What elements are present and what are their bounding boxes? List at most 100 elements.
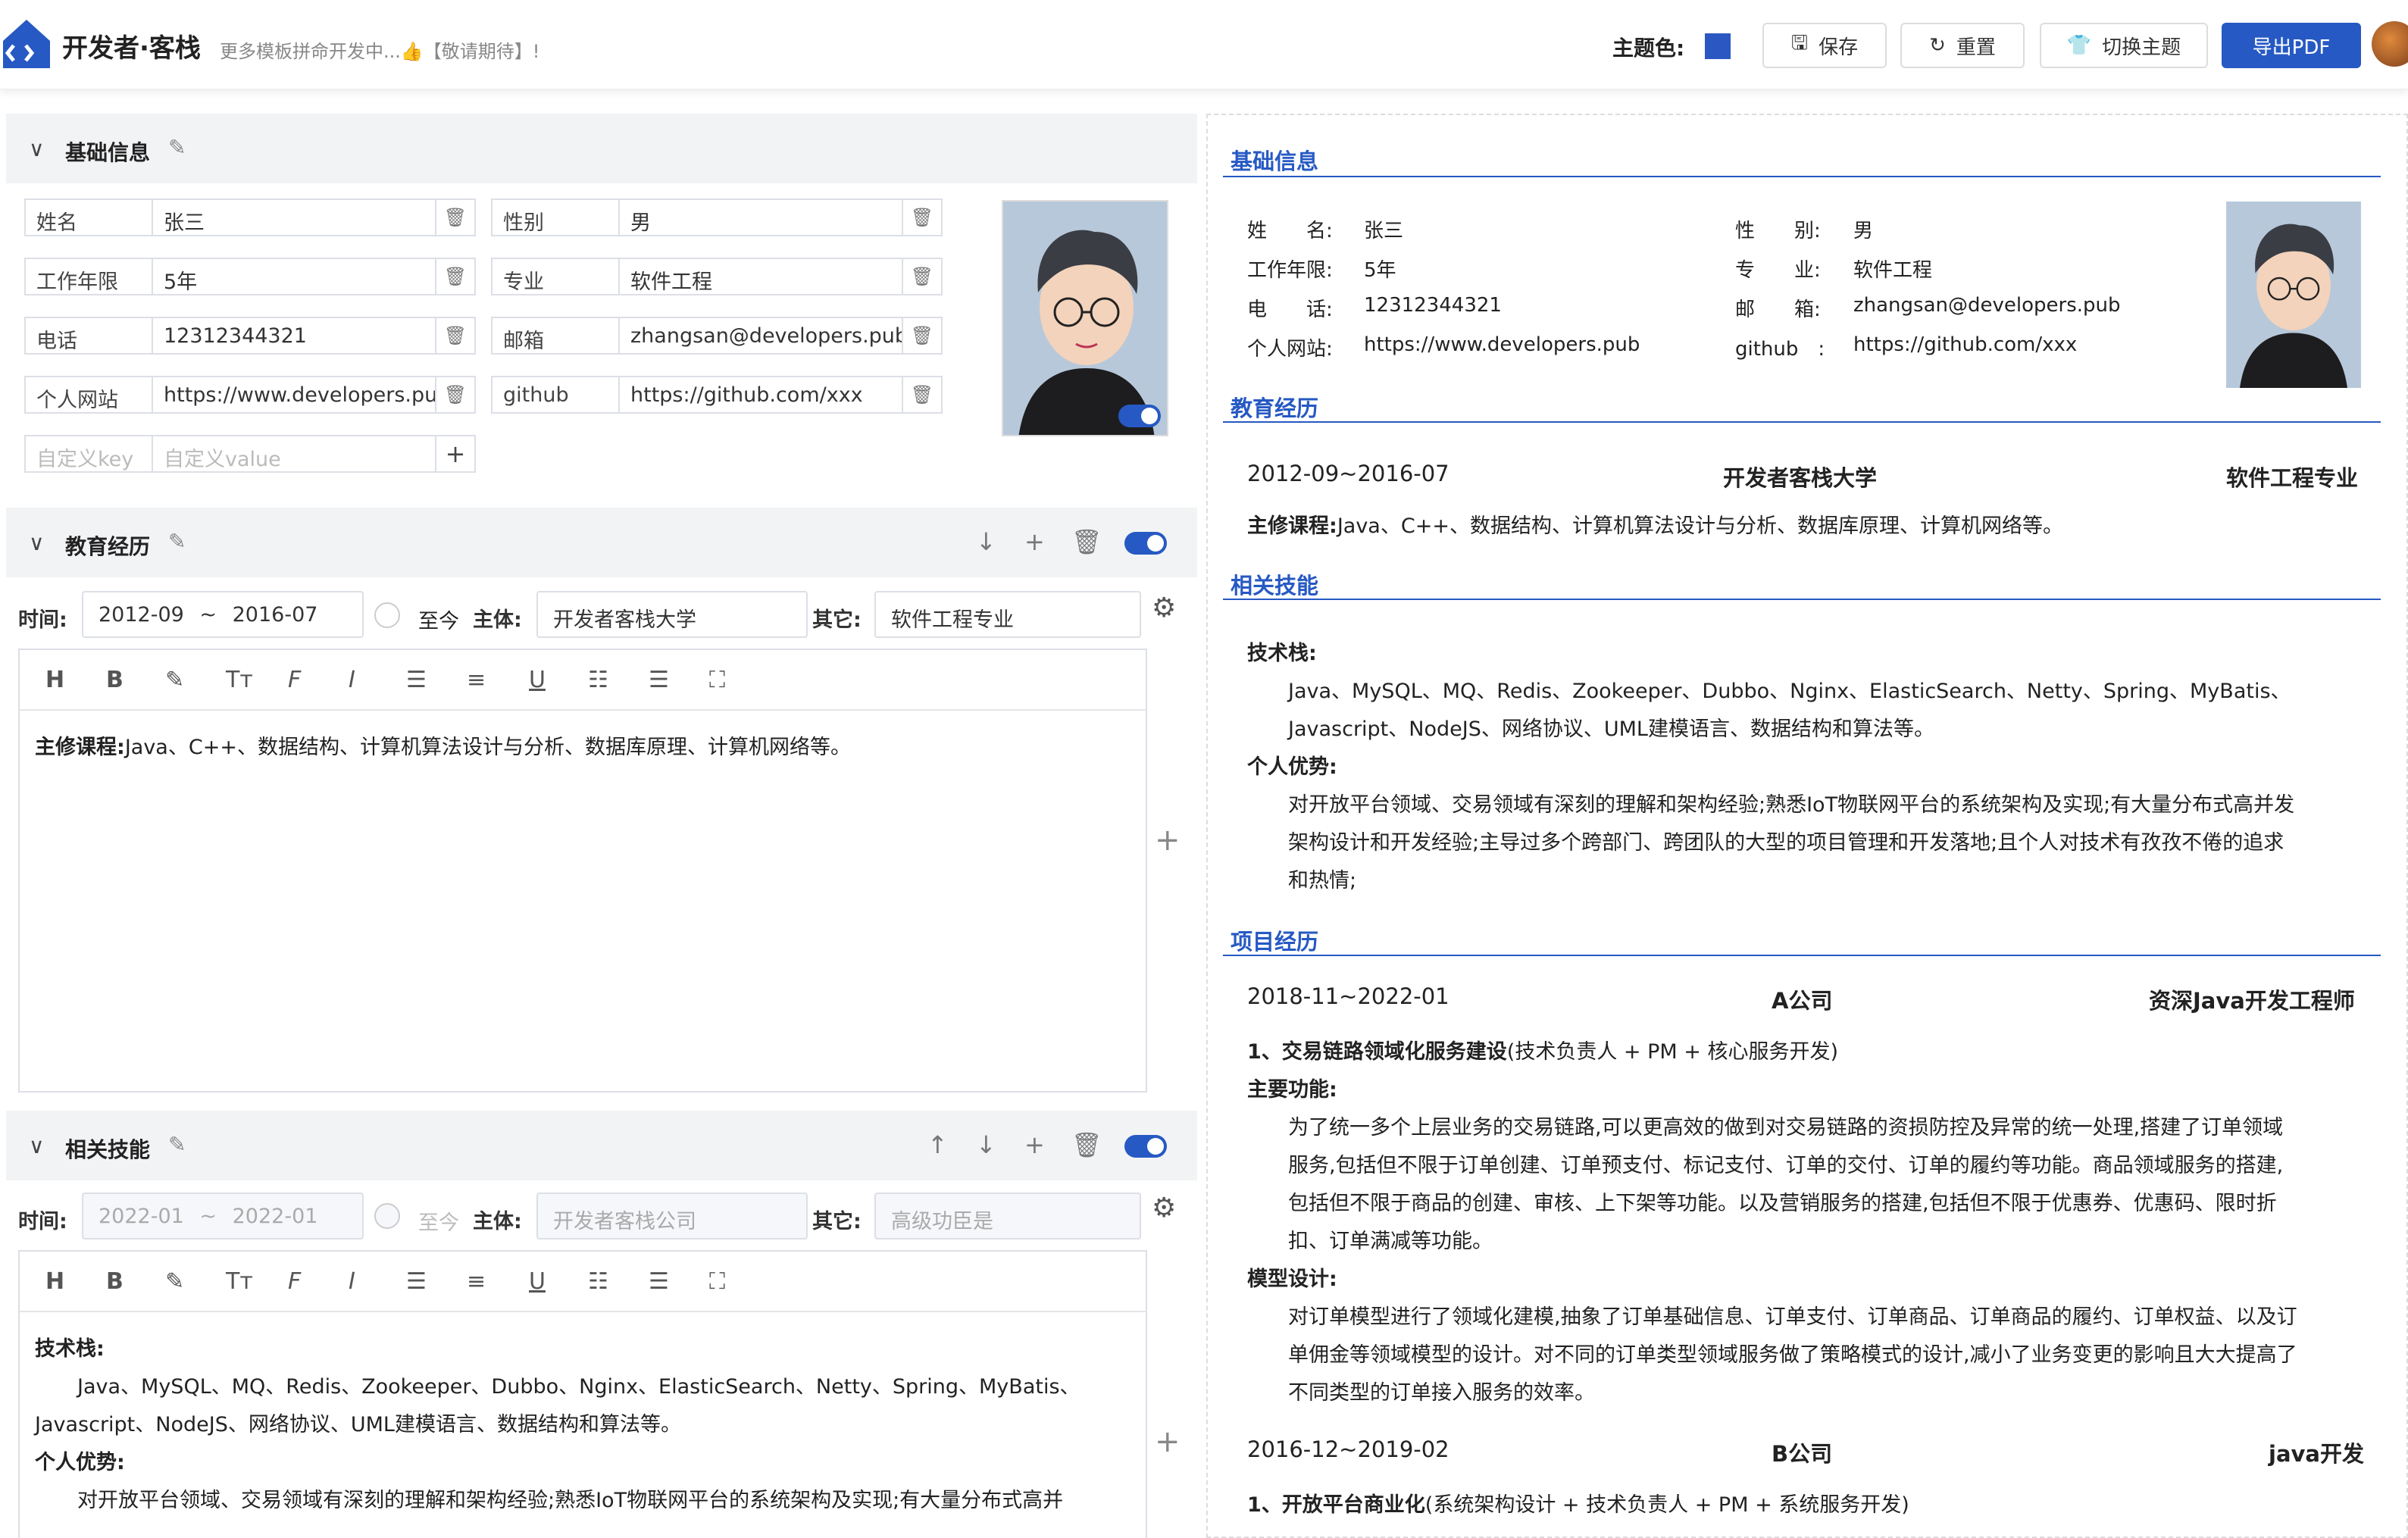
photo-visibility-toggle[interactable] <box>1118 405 1161 427</box>
section-header-basic: ∨ 基础信息 ✎ <box>6 114 1197 183</box>
list-icon[interactable]: ☰ <box>649 667 669 693</box>
divider <box>1223 421 2381 423</box>
export-pdf-button[interactable]: 导出PDF <box>2222 23 2361 68</box>
time-label: 时间: <box>18 1210 67 1233</box>
field-major[interactable]: 专业 软件工程 🗑 <box>491 258 943 295</box>
italic-icon[interactable]: I <box>349 667 355 693</box>
font-size-icon[interactable]: Tт <box>226 1268 253 1295</box>
font-size-icon[interactable]: Tт <box>226 667 253 693</box>
user-avatar[interactable] <box>2372 21 2408 67</box>
trash-icon[interactable]: 🗑 <box>435 259 474 294</box>
edit-icon[interactable]: ✎ <box>168 135 186 160</box>
plus-icon[interactable]: + <box>1024 1130 1045 1159</box>
line-height-icon[interactable]: ☷ <box>588 1268 608 1295</box>
brush-icon[interactable]: ✎ <box>165 1268 184 1295</box>
edit-icon[interactable]: ✎ <box>168 529 186 554</box>
section-toggle[interactable] <box>1124 532 1167 555</box>
field-github[interactable]: github https://github.com/xxx 🗑 <box>491 376 943 414</box>
avatar-photo[interactable] <box>1002 200 1168 436</box>
subject-label: 主体: <box>473 1210 522 1233</box>
arrow-down-icon[interactable]: ↓ <box>976 527 996 556</box>
logo-icon[interactable] <box>0 15 53 73</box>
trash-icon[interactable]: 🗑 <box>435 200 474 235</box>
heading-icon[interactable]: H <box>45 667 64 693</box>
custom-field-input[interactable]: 自定义key 自定义value + <box>24 435 476 473</box>
other-label: 其它: <box>812 1210 862 1233</box>
preview-avatar <box>2226 202 2361 388</box>
editor-toolbar: H B ✎ Tт F I ☰ ≡ U ☷ ☰ ⛶ <box>20 1252 1146 1312</box>
arrow-down-icon[interactable]: ↓ <box>976 1130 996 1159</box>
align-icon[interactable]: ≡ <box>467 667 486 693</box>
font-icon[interactable]: F <box>288 667 301 693</box>
chevron-down-icon[interactable]: ∨ <box>29 1133 45 1158</box>
editor-panel: ∨ 基础信息 ✎ 姓名 张三 🗑 工作年限 5年 🗑 电话 1231234432… <box>6 114 1197 1538</box>
rich-text-editor[interactable]: H B ✎ Tт F I ☰ ≡ U ☷ ☰ ⛶ 技术栈: Java、MySQL… <box>18 1250 1147 1538</box>
arrow-up-icon[interactable]: ↑ <box>927 1130 948 1159</box>
editor-content[interactable]: 主修课程:Java、C++、数据结构、计算机算法设计与分析、数据库原理、计算机网… <box>20 711 1146 785</box>
align-icon[interactable]: ≡ <box>467 1268 486 1295</box>
trash-icon[interactable]: 🗑 <box>1071 1130 1102 1159</box>
underline-icon[interactable]: U <box>529 667 546 693</box>
edit-icon[interactable]: ✎ <box>168 1132 186 1157</box>
editor-content[interactable]: 技术栈: Java、MySQL、MQ、Redis、Zookeeper、Dubbo… <box>20 1312 1146 1538</box>
reset-button[interactable]: ↻ 重置 <box>1900 23 2025 68</box>
brush-icon[interactable]: ✎ <box>165 667 184 693</box>
preview-skill-title: 相关技能 <box>1231 573 1319 599</box>
reset-icon: ↻ <box>1929 34 1946 57</box>
font-icon[interactable]: F <box>288 1268 301 1295</box>
add-item-icon[interactable]: + <box>1155 823 1181 858</box>
field-name[interactable]: 姓名 张三 🗑 <box>24 199 476 236</box>
gear-icon[interactable]: ⚙ <box>1152 1193 1176 1224</box>
save-button[interactable]: 🖫 保存 <box>1762 23 1887 68</box>
trash-icon[interactable]: 🗑 <box>902 200 941 235</box>
bold-icon[interactable]: B <box>106 1268 124 1295</box>
other-label: 其它: <box>812 608 862 632</box>
field-years[interactable]: 工作年限 5年 🗑 <box>24 258 476 295</box>
trash-icon[interactable]: 🗑 <box>435 377 474 412</box>
trash-icon[interactable]: 🗑 <box>902 259 941 294</box>
chevron-down-icon[interactable]: ∨ <box>29 136 45 161</box>
section-header-skills: ∨ 相关技能 ✎ ↑ ↓ + 🗑 <box>6 1111 1197 1180</box>
field-website[interactable]: 个人网站 https://www.developers.pub 🗑 <box>24 376 476 414</box>
add-item-icon[interactable]: + <box>1155 1424 1181 1459</box>
other-input[interactable]: 软件工程专业 <box>874 591 1141 638</box>
subject-input[interactable]: 开发者客栈公司 <box>536 1193 808 1239</box>
italic-icon[interactable]: I <box>349 1268 355 1295</box>
trash-icon[interactable]: 🗑 <box>902 318 941 353</box>
field-phone[interactable]: 电话 12312344321 🗑 <box>24 317 476 355</box>
fullscreen-icon[interactable]: ⛶ <box>709 667 725 693</box>
time-label: 时间: <box>18 608 67 632</box>
present-radio[interactable] <box>374 602 400 628</box>
heading-icon[interactable]: H <box>45 1268 64 1295</box>
plus-icon[interactable]: + <box>1024 527 1045 556</box>
date-range-picker[interactable]: 2012-09 ~ 2016-07 <box>82 591 364 638</box>
trash-icon[interactable]: 🗑 <box>902 377 941 412</box>
shirt-icon: 👕 <box>2066 34 2092 57</box>
indent-icon[interactable]: ☰ <box>406 1268 427 1295</box>
line-height-icon[interactable]: ☷ <box>588 667 608 693</box>
gear-icon[interactable]: ⚙ <box>1152 592 1176 624</box>
field-email[interactable]: 邮箱 zhangsan@developers.pub 🗑 <box>491 317 943 355</box>
date-range-picker[interactable]: 2022-01 ~ 2022-01 <box>82 1193 364 1239</box>
theme-color-swatch[interactable] <box>1705 33 1731 59</box>
section-toggle[interactable] <box>1124 1135 1167 1158</box>
indent-icon[interactable]: ☰ <box>406 667 427 693</box>
rich-text-editor[interactable]: H B ✎ Tт F I ☰ ≡ U ☷ ☰ ⛶ 主修课程:Java、C++、数… <box>18 649 1147 1093</box>
underline-icon[interactable]: U <box>529 1268 546 1295</box>
switch-theme-button[interactable]: 👕 切换主题 <box>2040 23 2208 68</box>
list-icon[interactable]: ☰ <box>649 1268 669 1295</box>
bold-icon[interactable]: B <box>106 667 124 693</box>
fullscreen-icon[interactable]: ⛶ <box>709 1268 725 1295</box>
field-gender[interactable]: 性别 男 🗑 <box>491 199 943 236</box>
preview-edu-title: 教育经历 <box>1231 395 1319 421</box>
chevron-down-icon[interactable]: ∨ <box>29 530 45 555</box>
plus-icon[interactable]: + <box>435 436 474 471</box>
present-radio[interactable] <box>374 1203 400 1229</box>
trash-icon[interactable]: 🗑 <box>1071 527 1102 556</box>
divider <box>1223 176 2381 177</box>
other-input[interactable]: 高级功臣是 <box>874 1193 1141 1239</box>
trash-icon[interactable]: 🗑 <box>435 318 474 353</box>
section-title: 相关技能 <box>65 1137 151 1162</box>
subject-label: 主体: <box>473 608 522 632</box>
subject-input[interactable]: 开发者客栈大学 <box>536 591 808 638</box>
